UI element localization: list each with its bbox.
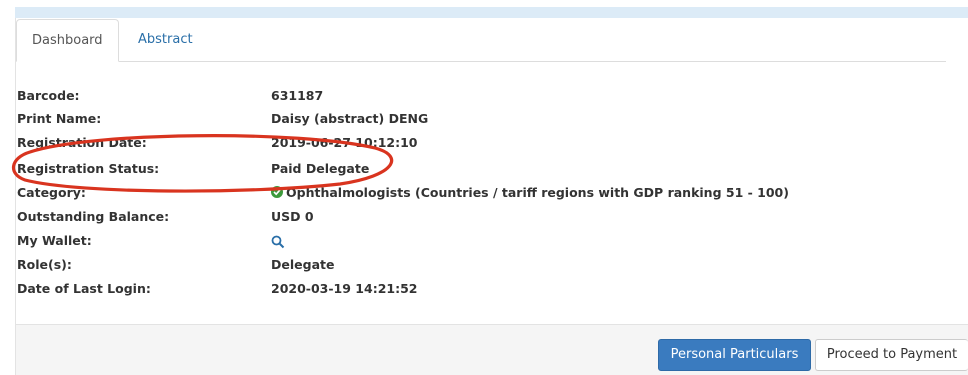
detail-label: Registration Date:	[17, 135, 147, 150]
detail-value: 2020-03-19 14:21:52	[271, 281, 418, 296]
detail-label: Barcode:	[17, 88, 80, 103]
check-circle-icon	[271, 186, 283, 198]
detail-value: 631187	[271, 88, 324, 103]
detail-label: Print Name:	[17, 111, 102, 126]
search-icon[interactable]	[271, 234, 285, 249]
detail-label: Role(s):	[17, 257, 72, 272]
detail-value: 2019-06-27 10:12:10	[271, 135, 418, 150]
proceed-to-payment-button[interactable]: Proceed to Payment	[815, 339, 968, 371]
detail-label: Outstanding Balance:	[17, 209, 170, 224]
top-banner-strip	[15, 7, 968, 18]
personal-particulars-button[interactable]: Personal Particulars	[658, 339, 811, 371]
tab-abstract[interactable]: Abstract	[123, 19, 208, 61]
detail-label: Registration Status:	[17, 161, 160, 176]
detail-label: Date of Last Login:	[17, 281, 151, 296]
tab-dashboard[interactable]: Dashboard	[16, 19, 119, 62]
detail-value-wrap: Ophthalmologists (Countries / tariff reg…	[271, 182, 789, 204]
detail-value: Daisy (abstract) DENG	[271, 111, 429, 126]
detail-value: Delegate	[271, 257, 335, 272]
detail-value: Ophthalmologists (Countries / tariff reg…	[286, 185, 789, 200]
detail-label: Category:	[17, 185, 86, 200]
tab-bar: Dashboard Abstract	[16, 19, 946, 62]
detail-value: USD 0	[271, 209, 314, 224]
detail-label: My Wallet:	[17, 233, 92, 248]
detail-value: Paid Delegate	[271, 161, 370, 176]
